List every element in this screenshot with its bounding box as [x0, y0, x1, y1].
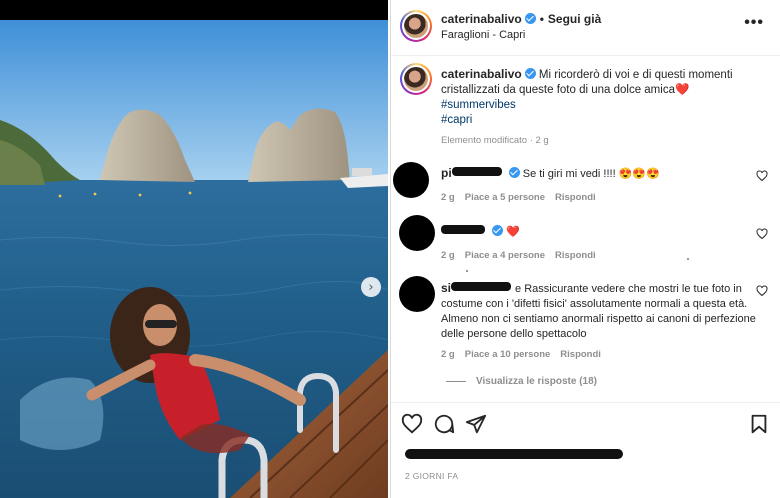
- view-replies-label: Visualizza le risposte (18): [476, 376, 597, 387]
- comment-likes[interactable]: Piace a 4 persone: [465, 250, 545, 261]
- bookmark-icon[interactable]: [748, 413, 770, 435]
- hashtag-capri[interactable]: #capri: [441, 113, 761, 128]
- verified-badge-icon: [492, 225, 503, 236]
- comment-like-heart-icon[interactable]: [756, 285, 768, 297]
- comment-author[interactable]: si: [441, 281, 451, 295]
- header-divider: [391, 55, 780, 56]
- follow-button[interactable]: Segui già: [548, 12, 601, 26]
- verified-badge-icon: [524, 68, 536, 79]
- redaction-bar: [441, 225, 485, 234]
- likes-redaction-bar: [405, 449, 623, 459]
- comment-3-meta: 2 g Piace a 10 persone Rispondi: [441, 349, 611, 360]
- comment-like-heart-icon[interactable]: [756, 228, 768, 240]
- author-avatar[interactable]: [400, 10, 432, 42]
- paper-plane-icon[interactable]: [465, 413, 487, 435]
- comment-author[interactable]: pi: [441, 166, 452, 180]
- reply-button[interactable]: Rispondi: [555, 250, 596, 261]
- comment-likes[interactable]: Piace a 5 persone: [465, 192, 545, 203]
- commenter-avatar[interactable]: [399, 276, 435, 312]
- comment-1: pi Se ti giri mi vedi !!!! 😍😍😍: [441, 166, 757, 182]
- verified-badge-icon: [524, 13, 536, 24]
- post-location[interactable]: Faraglioni - Capri: [441, 29, 525, 41]
- stray-dot: [466, 270, 468, 272]
- comment-time: 2 g: [441, 192, 455, 203]
- comment-text: Se ti giri mi vedi !!!! 😍😍😍: [522, 168, 660, 180]
- carousel-next-button[interactable]: ›: [361, 277, 381, 297]
- caption-username[interactable]: caterinabalivo: [441, 67, 522, 81]
- edited-label: Elemento modificato · 2 g: [441, 135, 549, 146]
- comment-2-meta: 2 g Piace a 4 persone Rispondi: [441, 250, 606, 261]
- redaction-bar: [451, 282, 512, 291]
- reply-button[interactable]: Rispondi: [560, 349, 601, 360]
- comment-icon[interactable]: [433, 413, 455, 435]
- view-replies-button[interactable]: Visualizza le risposte (18): [446, 376, 597, 387]
- more-options-icon[interactable]: •••: [744, 14, 764, 32]
- top-black-bar: [0, 0, 388, 20]
- post-header: caterinabalivo • Segui già: [441, 12, 601, 26]
- caption-author-avatar[interactable]: [400, 63, 432, 95]
- commenter-avatar[interactable]: [393, 162, 429, 198]
- comment-text: ❤️: [506, 226, 520, 238]
- comment-2: ❤️: [441, 224, 757, 240]
- comment-likes[interactable]: Piace a 10 persone: [465, 349, 551, 360]
- post-date: 2 GIORNI FA: [405, 471, 459, 481]
- commenter-avatar[interactable]: [399, 215, 435, 251]
- post-caption: caterinabalivo Mi ricorderò di voi e di …: [441, 67, 761, 128]
- comment-time: 2 g: [441, 349, 455, 360]
- hashtag-summervibes[interactable]: #summervibes: [441, 98, 761, 113]
- replies-line: [446, 381, 466, 382]
- separator-dot: •: [539, 12, 544, 26]
- comment-3: si e Rassicurante vedere che mostri le tu…: [441, 281, 757, 342]
- chevron-right-icon: ›: [368, 279, 374, 295]
- reply-button[interactable]: Rispondi: [555, 192, 596, 203]
- stray-dot: [687, 258, 689, 260]
- comment-1-meta: 2 g Piace a 5 persone Rispondi: [441, 192, 606, 203]
- comment-text: e Rassicurante vedere che mostri le tue …: [441, 283, 756, 340]
- author-username[interactable]: caterinabalivo: [441, 12, 522, 26]
- post-side-panel: caterinabalivo • Segui già Faraglioni - Ca…: [390, 0, 780, 498]
- comment-like-heart-icon[interactable]: [756, 170, 768, 182]
- heart-icon[interactable]: [401, 413, 423, 435]
- post-photo[interactable]: ›: [0, 20, 388, 498]
- actions-divider: [391, 402, 780, 403]
- post-photo-scene: [0, 20, 388, 498]
- comment-time: 2 g: [441, 250, 455, 261]
- verified-badge-icon: [508, 167, 520, 178]
- redaction-bar: [451, 167, 502, 176]
